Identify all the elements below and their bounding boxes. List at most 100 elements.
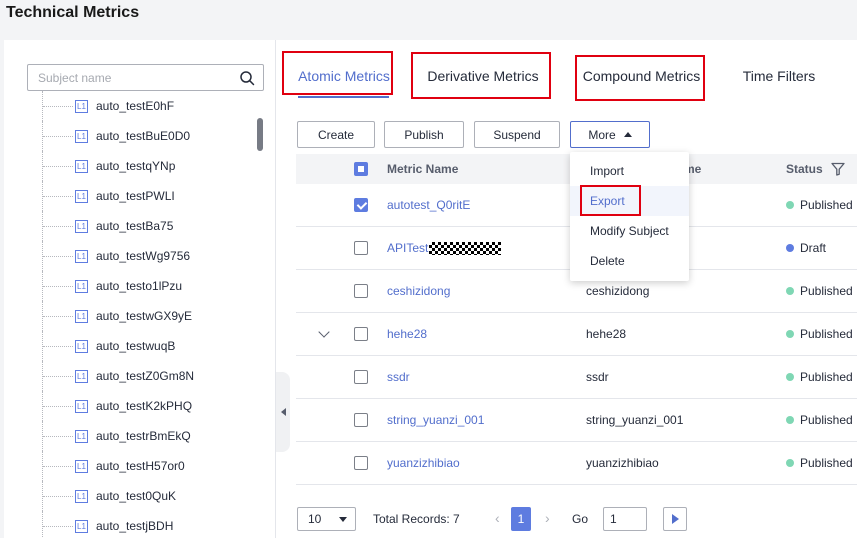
leaf-node-icon: L1 [75,339,88,353]
next-page-icon[interactable]: › [545,510,550,526]
menu-item-export[interactable]: Export [570,186,689,216]
table-row[interactable]: hehe28 hehe28 Published [296,313,857,356]
status-dot [786,330,794,338]
row-checkbox[interactable] [354,370,368,384]
caret-down-icon [339,517,347,522]
menu-item-delete[interactable]: Delete [570,246,689,276]
select-all-cell [354,154,368,184]
leaf-node-icon: L1 [75,159,88,173]
status-text: Published [800,198,853,212]
tree-item[interactable]: L1 auto_testH57or0 [4,451,272,481]
sidebar-collapse-handle[interactable] [276,372,290,452]
create-button[interactable]: Create [297,121,375,148]
row-checkbox[interactable] [354,327,368,341]
tree-item[interactable]: L1 auto_test0QuK [4,481,272,511]
tree-item[interactable]: L1 auto_testZ0Gm8N [4,361,272,391]
name-cell: string_yuanzi_001 [586,413,684,427]
leaf-node-icon: L1 [75,429,88,443]
column-header-metric-name[interactable]: Metric Name [387,154,458,184]
name-cell: ssdr [586,370,609,384]
page-size-value: 10 [308,512,322,526]
tree-item-label: auto_testK2kPHQ [96,399,193,413]
chevron-down-icon [318,326,330,338]
page-number-current[interactable]: 1 [511,507,531,531]
go-page-input[interactable] [603,507,647,531]
tree-item[interactable]: L1 auto_testK2kPHQ [4,391,272,421]
menu-item-import[interactable]: Import [570,156,689,186]
tree-item[interactable]: L1 auto_testwuqB [4,331,272,361]
status-text: Published [800,456,853,470]
tree-item-label: auto_testZ0Gm8N [96,369,195,383]
metric-name-link[interactable]: yuanzizhibiao [387,442,460,484]
masked-text [429,241,502,255]
tree-item-label: auto_testo1lPzu [96,279,183,293]
tree-item-label: auto_test0QuK [96,489,177,503]
metric-name-link[interactable]: autotest_Q0ritE [387,184,470,226]
active-tab-indicator [298,96,389,98]
tab-time-filters[interactable]: Time Filters [724,52,834,99]
tab-atomic-metrics[interactable]: Atomic Metrics [284,52,404,99]
metric-name-link[interactable]: string_yuanzi_001 [387,399,484,441]
tree-item-label: auto_testjBDH [96,519,174,533]
tree-item[interactable]: L1 auto_testBa75 [4,211,272,241]
tree-item[interactable]: L1 auto_testwGX9yE [4,301,272,331]
metric-name-link[interactable]: ceshizidong [387,270,450,312]
metric-name-text: APITest [387,241,429,255]
metric-name-link[interactable]: hehe28 [387,313,427,355]
search-icon[interactable] [239,70,255,86]
menu-item-label: Modify Subject [590,224,669,238]
metric-name-link[interactable]: APITest [387,227,502,269]
menu-item-label: Import [590,164,625,178]
tree-item-label: auto_testwGX9yE [96,309,193,323]
more-button[interactable]: More [570,121,650,148]
column-header-status[interactable]: Status [786,154,845,184]
tree-item[interactable]: L1 auto_testrBmEkQ [4,421,272,451]
prev-page-icon[interactable]: ‹ [495,510,500,526]
publish-button[interactable]: Publish [384,121,464,148]
suspend-button[interactable]: Suspend [474,121,560,148]
go-button[interactable] [663,507,687,531]
status-cell: Draft [786,227,826,269]
name-cell: yuanzizhibiao [586,456,659,470]
tab-compound-metrics[interactable]: Compound Metrics [578,52,705,99]
status-cell: Published [786,442,853,484]
row-checkbox[interactable] [354,413,368,427]
subject-search-box[interactable] [27,64,264,91]
tree-item-label: auto_testwuqB [96,339,176,353]
leaf-node-icon: L1 [75,399,88,413]
leaf-node-icon: L1 [75,489,88,503]
row-checkbox[interactable] [354,456,368,470]
subject-search-input[interactable] [28,65,228,90]
tree-item-label: auto_testrBmEkQ [96,429,191,443]
leaf-node-icon: L1 [75,99,88,113]
more-button-label: More [588,127,616,142]
tab-derivative-metrics[interactable]: Derivative Metrics [414,52,552,99]
tree-item[interactable]: L1 auto_testjBDH [4,511,272,538]
row-checkbox[interactable] [354,241,368,255]
tree-item[interactable]: L1 auto_testqYNp [4,151,272,181]
tree-item[interactable]: L1 auto_testPWLI [4,181,272,211]
row-checkbox[interactable] [354,284,368,298]
column-header-status-label: Status [786,162,823,176]
sidebar-scrollbar[interactable] [257,118,263,151]
menu-item-modify-subject[interactable]: Modify Subject [570,216,689,246]
expand-row-toggle[interactable] [318,313,330,355]
tree-item-label: auto_testBa75 [96,219,174,233]
status-text: Published [800,284,853,298]
tree-item[interactable]: L1 auto_testo1lPzu [4,271,272,301]
tree-item[interactable]: L1 auto_testE0hF [4,91,272,121]
status-dot [786,373,794,381]
select-all-checkbox[interactable] [354,162,368,176]
table-row[interactable]: string_yuanzi_001 string_yuanzi_001 Publ… [296,399,857,442]
status-dot [786,459,794,467]
tree-item[interactable]: L1 auto_testWg9756 [4,241,272,271]
table-row[interactable]: yuanzizhibiao yuanzizhibiao Published [296,442,857,485]
table-row[interactable]: ssdr ssdr Published [296,356,857,399]
go-label: Go [572,512,589,526]
row-checkbox[interactable] [354,198,368,212]
page-size-select[interactable]: 10 [297,507,356,531]
tree-item[interactable]: L1 auto_testBuE0D0 [4,121,272,151]
metric-name-link[interactable]: ssdr [387,356,410,398]
filter-icon[interactable] [831,162,845,176]
more-dropdown-menu: Import Export Modify Subject Delete [570,152,689,281]
